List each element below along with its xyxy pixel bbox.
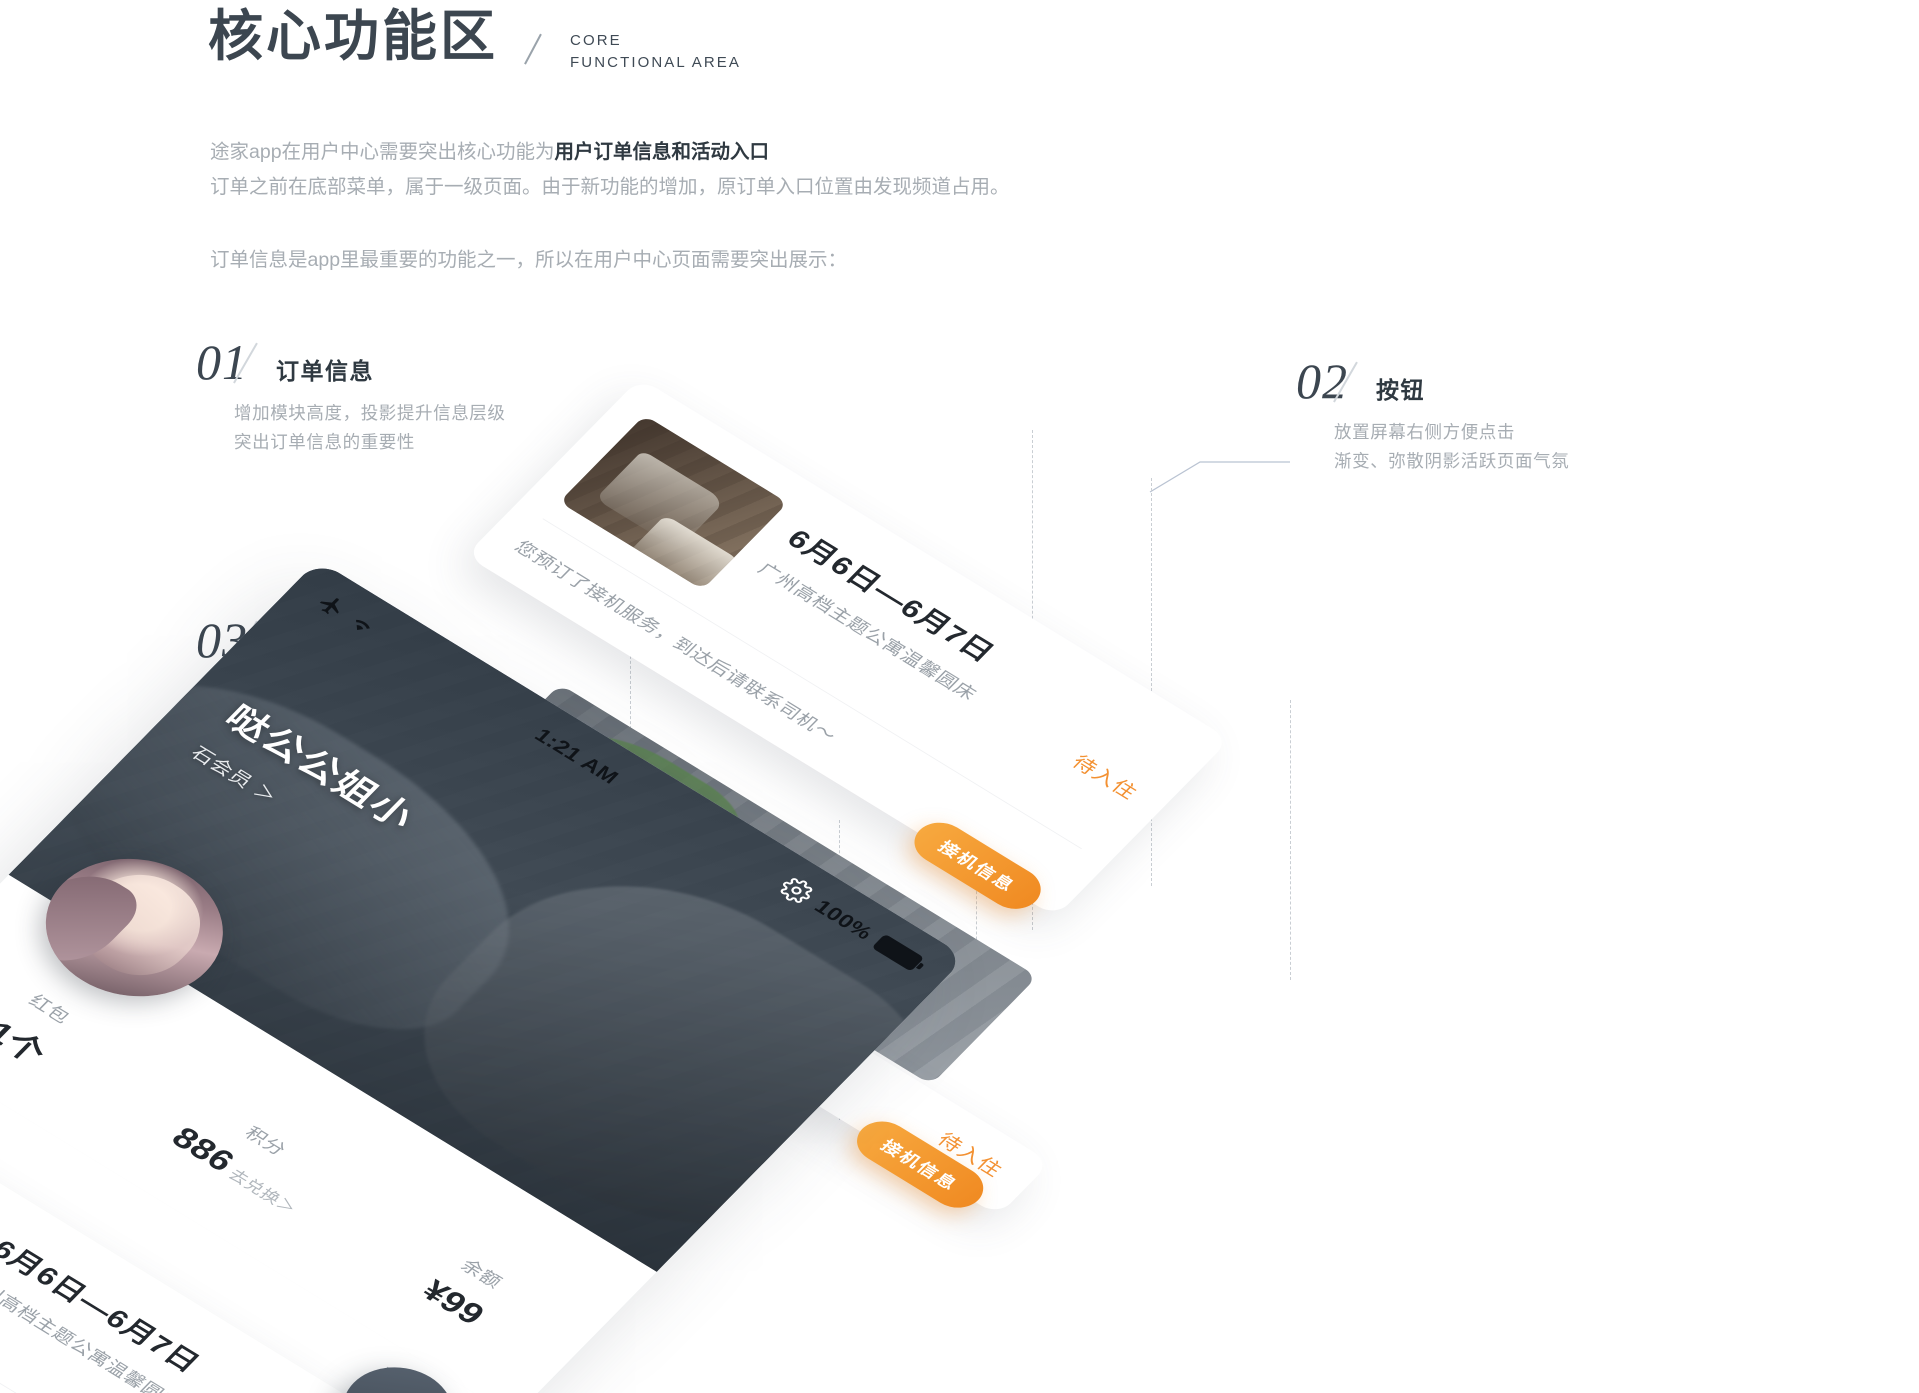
profile-name: 哒公公姐小	[216, 699, 424, 837]
isometric-stage: 6月6日—6月7日 广州高档主题公寓温馨圆床 待入住 您预订了接机服务，到达后请…	[0, 0, 1919, 1393]
stat-points-redeem-link[interactable]: 去兑换＞	[225, 1166, 300, 1217]
send-icon	[366, 1385, 431, 1393]
design-presentation-page: 核心功能区 CORE FUNCTIONAL AREA 途家app在用户中心需要突…	[0, 0, 1919, 1393]
